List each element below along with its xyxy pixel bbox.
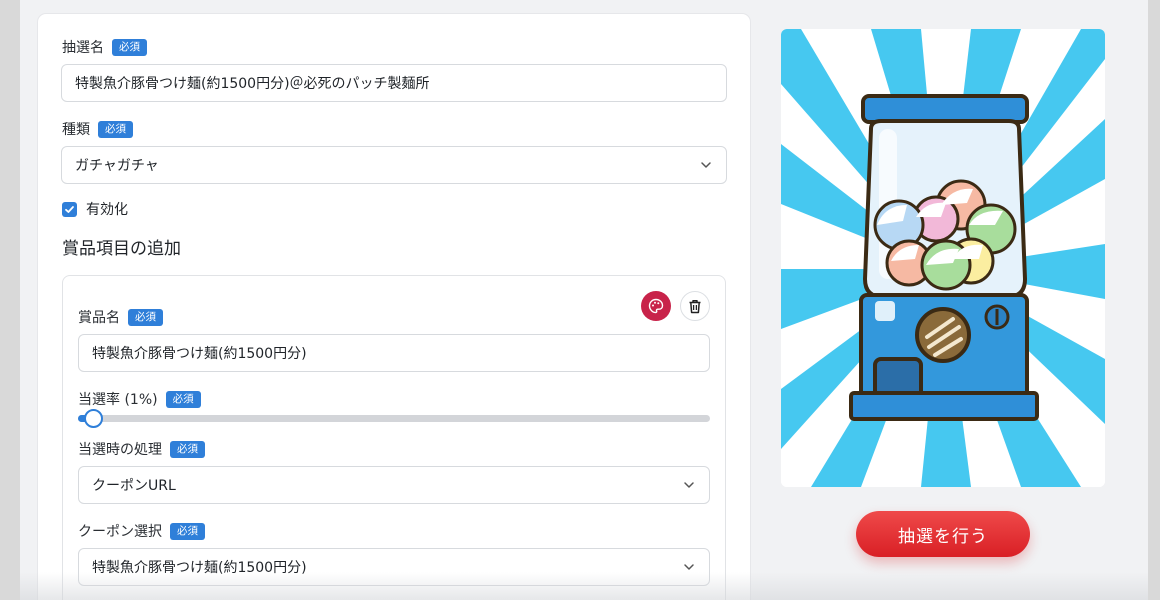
coupon-value: 特製魚介豚骨つけ麺(約1500円分): [92, 560, 307, 576]
win-rate-label-row: 当選率 (1%) 必須: [78, 389, 201, 409]
required-badge: 必須: [98, 120, 133, 138]
prize-name-input[interactable]: 特製魚介豚骨つけ麺(約1500円分): [78, 334, 710, 372]
chevron-down-icon: [684, 482, 694, 488]
type-label: 種類: [62, 122, 90, 138]
delete-button[interactable]: [680, 291, 710, 321]
coupon-label-row: クーポン選択 必須: [78, 521, 205, 541]
required-badge: 必須: [112, 38, 147, 56]
lottery-name-input[interactable]: 特製魚介豚骨つけ麺(約1500円分)＠必死のパッチ製麺所: [61, 64, 727, 102]
required-badge: 必須: [165, 390, 201, 408]
enabled-checkbox[interactable]: [62, 201, 77, 217]
type-select[interactable]: ガチャガチャ: [61, 146, 727, 184]
win-action-label: 当選時の処理: [78, 442, 162, 458]
chevron-down-icon: [684, 564, 694, 570]
coupon-select[interactable]: 特製魚介豚骨つけ麺(約1500円分): [78, 548, 710, 586]
check-icon: [65, 205, 74, 213]
coupon-label: クーポン選択: [78, 524, 162, 540]
palette-button[interactable]: [641, 291, 671, 321]
enabled-checkbox-row[interactable]: 有効化: [62, 199, 128, 219]
win-rate-label: 当選率 (1%): [78, 392, 158, 408]
lottery-name-value: 特製魚介豚骨つけ麺(約1500円分)＠必死のパッチ製麺所: [75, 76, 430, 92]
gacha-machine-illustration-icon: [781, 29, 1105, 487]
win-action-label-row: 当選時の処理 必須: [78, 439, 205, 459]
win-rate-slider-thumb[interactable]: [84, 409, 103, 428]
required-badge: 必須: [128, 308, 163, 326]
prize-name-value: 特製魚介豚骨つけ麺(約1500円分): [92, 346, 307, 362]
win-action-value: クーポンURL: [92, 478, 176, 494]
palette-icon: [648, 298, 664, 314]
enabled-label: 有効化: [86, 202, 128, 218]
draw-lottery-button[interactable]: 抽選を行う: [856, 511, 1030, 557]
required-badge: 必須: [170, 522, 205, 540]
section-title: 賞品項目の追加: [62, 239, 181, 259]
win-action-select[interactable]: クーポンURL: [78, 466, 710, 504]
win-rate-slider-track[interactable]: [78, 415, 710, 422]
chevron-down-icon: [701, 162, 711, 168]
trash-icon: [689, 299, 701, 313]
type-value: ガチャガチャ: [75, 158, 159, 174]
required-badge: 必須: [170, 440, 205, 458]
gacha-machine-image: [781, 29, 1105, 487]
lottery-name-label-row: 抽選名 必須: [62, 37, 147, 57]
prize-name-label: 賞品名: [78, 310, 120, 326]
type-label-row: 種類 必須: [62, 119, 133, 139]
lottery-name-label: 抽選名: [62, 40, 104, 56]
prize-name-label-row: 賞品名 必須: [78, 307, 163, 327]
